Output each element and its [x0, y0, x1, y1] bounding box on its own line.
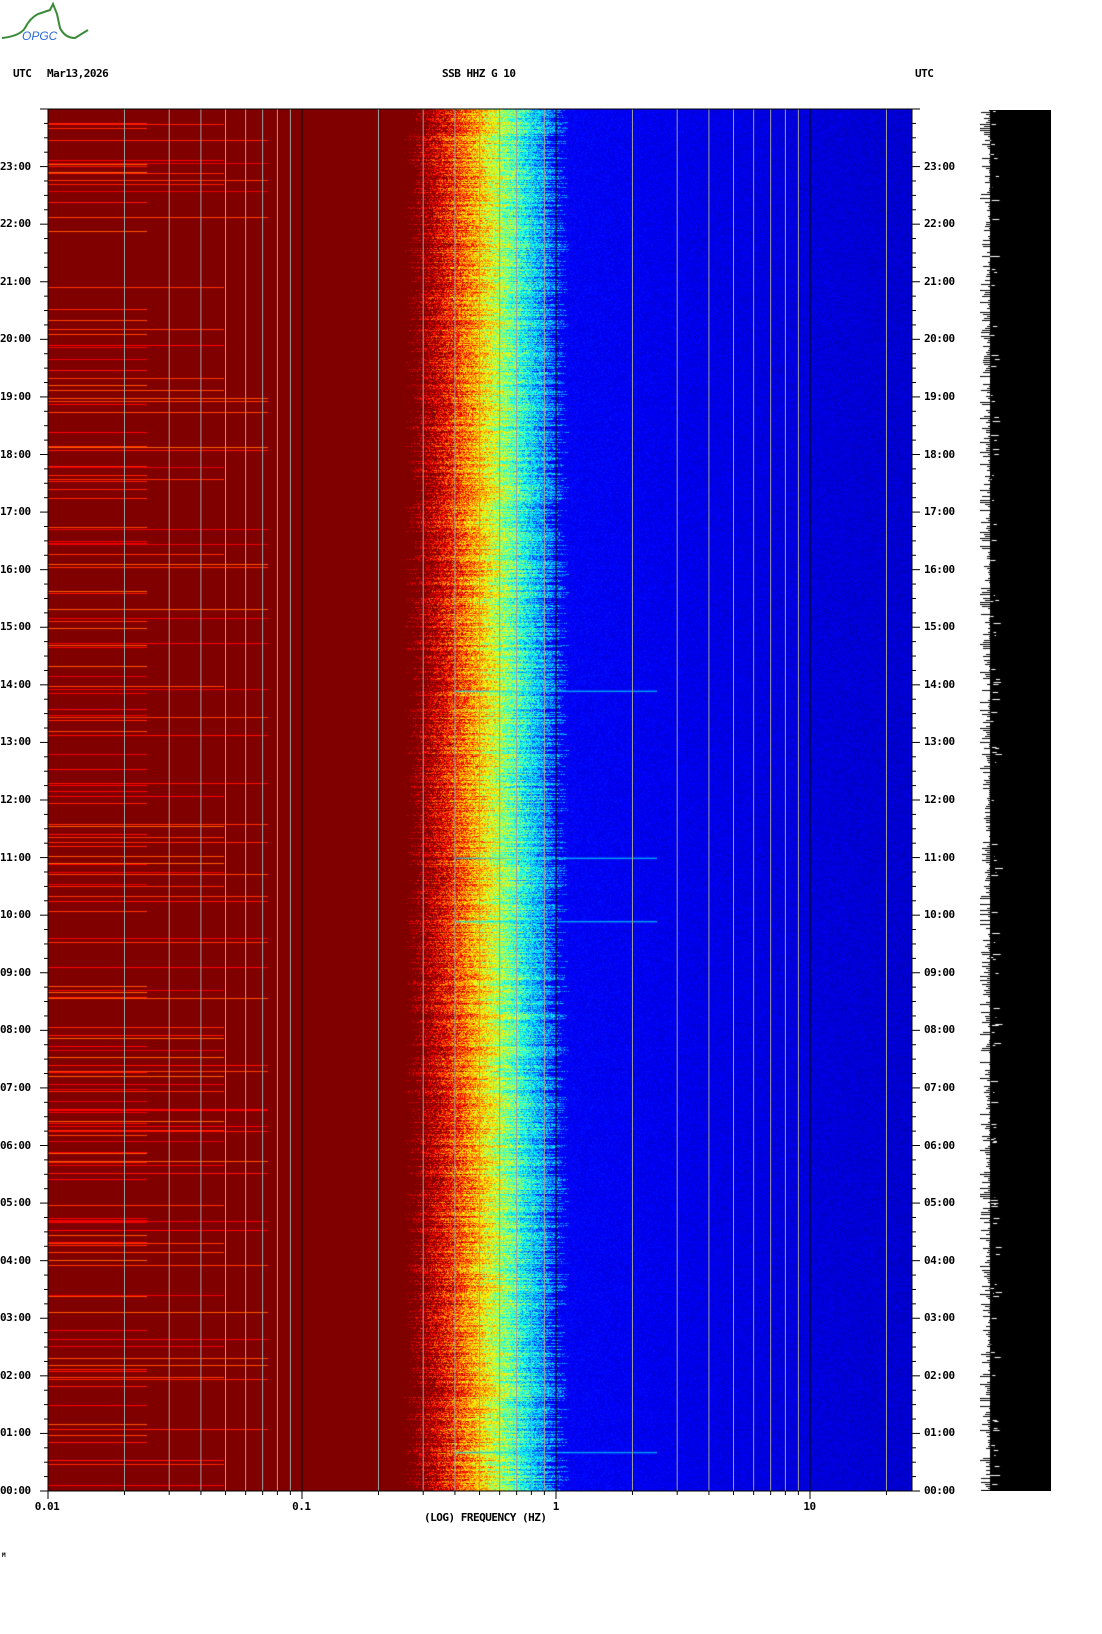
y-tick-label-left: 10:00	[0, 908, 31, 922]
y-tick-label-right: 19:00	[924, 389, 955, 403]
y-tick-label-left: 23:00	[0, 159, 31, 173]
y-tick-label-right: 13:00	[924, 735, 955, 749]
y-tick-label-right: 07:00	[924, 1080, 955, 1094]
y-tick-label-left: 06:00	[0, 1138, 31, 1152]
y-tick-label-right: 14:00	[924, 677, 955, 691]
y-tick-label-left: 03:00	[0, 1311, 31, 1325]
y-tick-label-right: 18:00	[924, 447, 955, 461]
y-tick-label-left: 01:00	[0, 1426, 31, 1440]
y-tick-label-right: 12:00	[924, 793, 955, 806]
x-tick-label: 10	[803, 1500, 816, 1513]
seismogram-trace	[980, 110, 1051, 1491]
y-tick-label-right: 10:00	[924, 908, 955, 922]
y-tick-label-right: 08:00	[924, 1023, 955, 1037]
y-tick-label-left: 04:00	[0, 1253, 31, 1267]
y-tick-label-left: 16:00	[0, 562, 31, 576]
y-tick-label-left: 12:00	[0, 793, 31, 806]
y-tick-label-right: 21:00	[924, 274, 955, 288]
y-tick-label-left: 14:00	[0, 677, 31, 691]
y-tick-label-left: 05:00	[0, 1196, 31, 1210]
y-tick-label-right: 23:00	[924, 159, 955, 173]
y-tick-label-left: 19:00	[0, 389, 31, 403]
y-tick-label-left: 18:00	[0, 447, 31, 461]
y-tick-label-right: 17:00	[924, 505, 955, 519]
y-tick-label-right: 03:00	[924, 1311, 955, 1325]
y-tick-label-right: 04:00	[924, 1253, 955, 1267]
y-tick-label-left: 08:00	[0, 1023, 31, 1037]
y-tick-label-left: 20:00	[0, 332, 31, 346]
y-tick-label-left: 11:00	[0, 850, 31, 864]
x-tick-label: 0.01	[34, 1500, 60, 1513]
y-tick-label-right: 20:00	[924, 332, 955, 346]
axes	[40, 108, 920, 1499]
y-tick-label-right: 16:00	[924, 562, 955, 576]
y-tick-label-right: 09:00	[924, 965, 955, 979]
y-tick-label-left: 07:00	[0, 1080, 31, 1094]
y-tick-label-left: 13:00	[0, 735, 31, 749]
y-tick-label-left: 15:00	[0, 620, 31, 634]
y-tick-label-right: 22:00	[924, 217, 955, 231]
footer-mark: M	[2, 1552, 6, 1559]
y-tick-label-left: 00:00	[0, 1484, 31, 1497]
y-tick-label-left: 09:00	[0, 965, 31, 979]
y-tick-label-right: 05:00	[924, 1196, 955, 1210]
y-tick-label-right: 02:00	[924, 1368, 955, 1382]
y-tick-label-left: 17:00	[0, 505, 31, 519]
y-tick-label-right: 11:00	[924, 850, 955, 864]
y-tick-label-right: 06:00	[924, 1138, 955, 1152]
x-axis-label: (LOG) FREQUENCY (HZ)	[424, 1511, 547, 1524]
y-tick-label-right: 01:00	[924, 1426, 955, 1440]
x-tick-label: 0.1	[292, 1500, 311, 1513]
y-tick-label-right: 00:00	[924, 1484, 955, 1497]
y-tick-label-left: 22:00	[0, 217, 31, 231]
x-tick-label: 1	[552, 1500, 560, 1513]
y-tick-label-right: 15:00	[924, 620, 955, 634]
y-tick-label-left: 02:00	[0, 1368, 31, 1382]
y-tick-label-left: 21:00	[0, 274, 31, 288]
